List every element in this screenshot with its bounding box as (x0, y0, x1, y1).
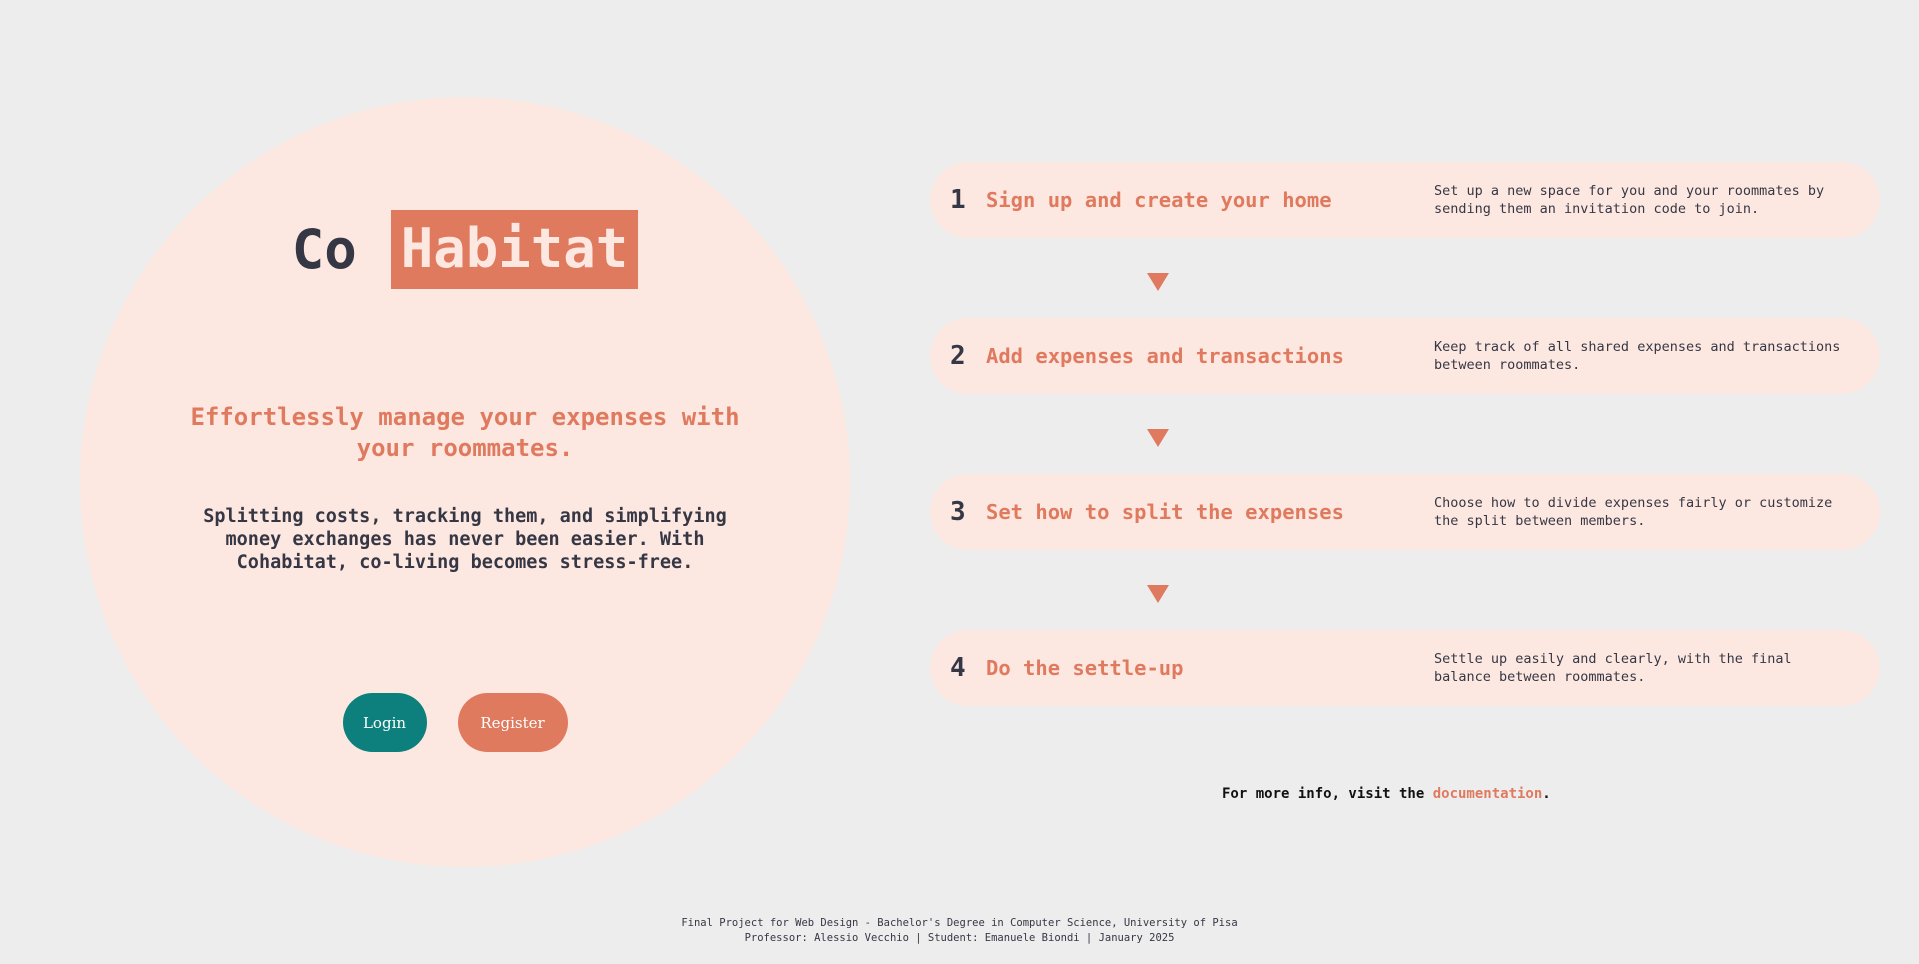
login-button[interactable]: Login (342, 693, 427, 752)
triangle-down-icon (1147, 273, 1169, 291)
triangle-down-icon (1147, 585, 1169, 603)
step-card-3: 3 Set how to split the expenses Choose h… (930, 474, 1880, 550)
step-description: Choose how to divide expenses fairly or … (1434, 495, 1833, 529)
brand-logo-part-co: Co (291, 218, 357, 281)
step-title: Do the settle-up (986, 656, 1184, 680)
step-card-1: 1 Sign up and create your home Set up a … (930, 162, 1880, 238)
documentation-link[interactable]: documentation (1433, 786, 1543, 802)
hero-actions: Login Register (80, 693, 850, 752)
footer-line-credits: Professor: Alessio Vecchio | Student: Em… (744, 932, 1175, 944)
brand-logo: Co Habitat (80, 210, 850, 289)
footer-line-project: Final Project for Web Design - Bachelor'… (681, 917, 1238, 929)
more-info-suffix: . (1542, 786, 1551, 802)
triangle-down-icon (1147, 429, 1169, 447)
step-number: 3 (950, 497, 966, 527)
step-title: Set how to split the expenses (986, 500, 1344, 524)
step-number: 4 (950, 653, 966, 683)
step-card-2: 2 Add expenses and transactions Keep tra… (930, 318, 1880, 394)
more-info-prefix: For more info, visit the (1222, 786, 1433, 802)
hero-panel: Co Habitat Effortlessly manage your expen… (80, 97, 850, 867)
brand-logo-part-habitat: Habitat (390, 210, 639, 289)
register-button[interactable]: Register (457, 693, 568, 752)
page-footer: Final Project for Web Design - Bachelor'… (0, 916, 1919, 946)
more-info-text: For more info, visit the documentation. (1222, 786, 1551, 802)
step-description: Settle up easily and clearly, with the f… (1434, 651, 1792, 685)
step-description: Set up a new space for you and your room… (1434, 183, 1825, 217)
step-title: Sign up and create your home (986, 188, 1332, 212)
step-number: 2 (950, 341, 966, 371)
step-title: Add expenses and transactions (986, 344, 1344, 368)
step-card-4: 4 Do the settle-up Settle up easily and … (930, 630, 1880, 706)
step-description: Keep track of all shared expenses and tr… (1434, 339, 1841, 373)
hero-tagline: Effortlessly manage your expenses with y… (190, 403, 740, 462)
landing-page: Co Habitat Effortlessly manage your expen… (0, 0, 1919, 964)
step-number: 1 (950, 185, 966, 215)
hero-intro: Splitting costs, tracking them, and simp… (203, 506, 727, 573)
